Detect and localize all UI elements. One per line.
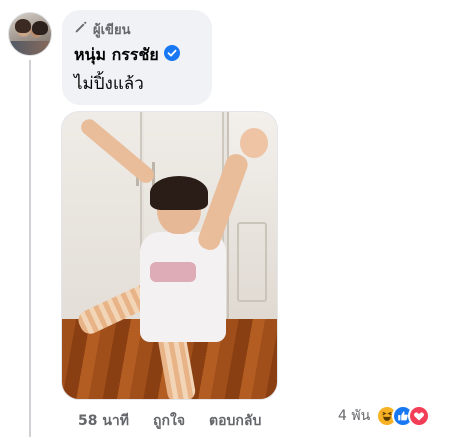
avatar[interactable] bbox=[8, 12, 52, 56]
avatar-shirt bbox=[9, 41, 51, 55]
comment-timestamp[interactable]: 58 นาที bbox=[78, 410, 129, 432]
author-name[interactable]: หนุ่ม กรรชัย bbox=[74, 43, 159, 68]
love-icon bbox=[408, 405, 431, 427]
author-badge-label: ผู้เขียน bbox=[93, 22, 131, 38]
reaction-icons bbox=[376, 405, 431, 427]
reply-button[interactable]: ตอบกลับ bbox=[209, 410, 261, 432]
avatar-hair bbox=[15, 19, 31, 33]
author-badge: ผู้เขียน bbox=[74, 20, 200, 38]
comment-actions: 58 นาที ถูกใจ ตอบกลับ bbox=[78, 410, 261, 432]
reaction-summary[interactable]: 4 พัน bbox=[338, 405, 431, 427]
comment-photo[interactable] bbox=[61, 111, 278, 400]
pencil-icon bbox=[74, 20, 88, 38]
avatar-hair bbox=[32, 21, 48, 35]
photo-hair bbox=[150, 176, 208, 210]
reaction-count: 4 พัน bbox=[338, 408, 371, 424]
photo-shirt-print bbox=[150, 262, 196, 282]
comment-bubble: ผู้เขียน หนุ่ม กรรชัย ไม่ปิ้งแล้ว bbox=[62, 10, 212, 105]
verified-icon bbox=[163, 45, 180, 65]
photo-hand bbox=[240, 128, 268, 158]
comment-thread: ผู้เขียน หนุ่ม กรรชัย ไม่ปิ้งแล้ว 58 นาท… bbox=[0, 0, 475, 437]
author-row: หนุ่ม กรรชัย bbox=[74, 44, 200, 66]
comment-text: ไม่ปิ้งแล้ว bbox=[74, 74, 144, 94]
photo-door-panel bbox=[237, 222, 267, 302]
like-button[interactable]: ถูกใจ bbox=[153, 410, 185, 432]
thread-line bbox=[29, 60, 31, 437]
